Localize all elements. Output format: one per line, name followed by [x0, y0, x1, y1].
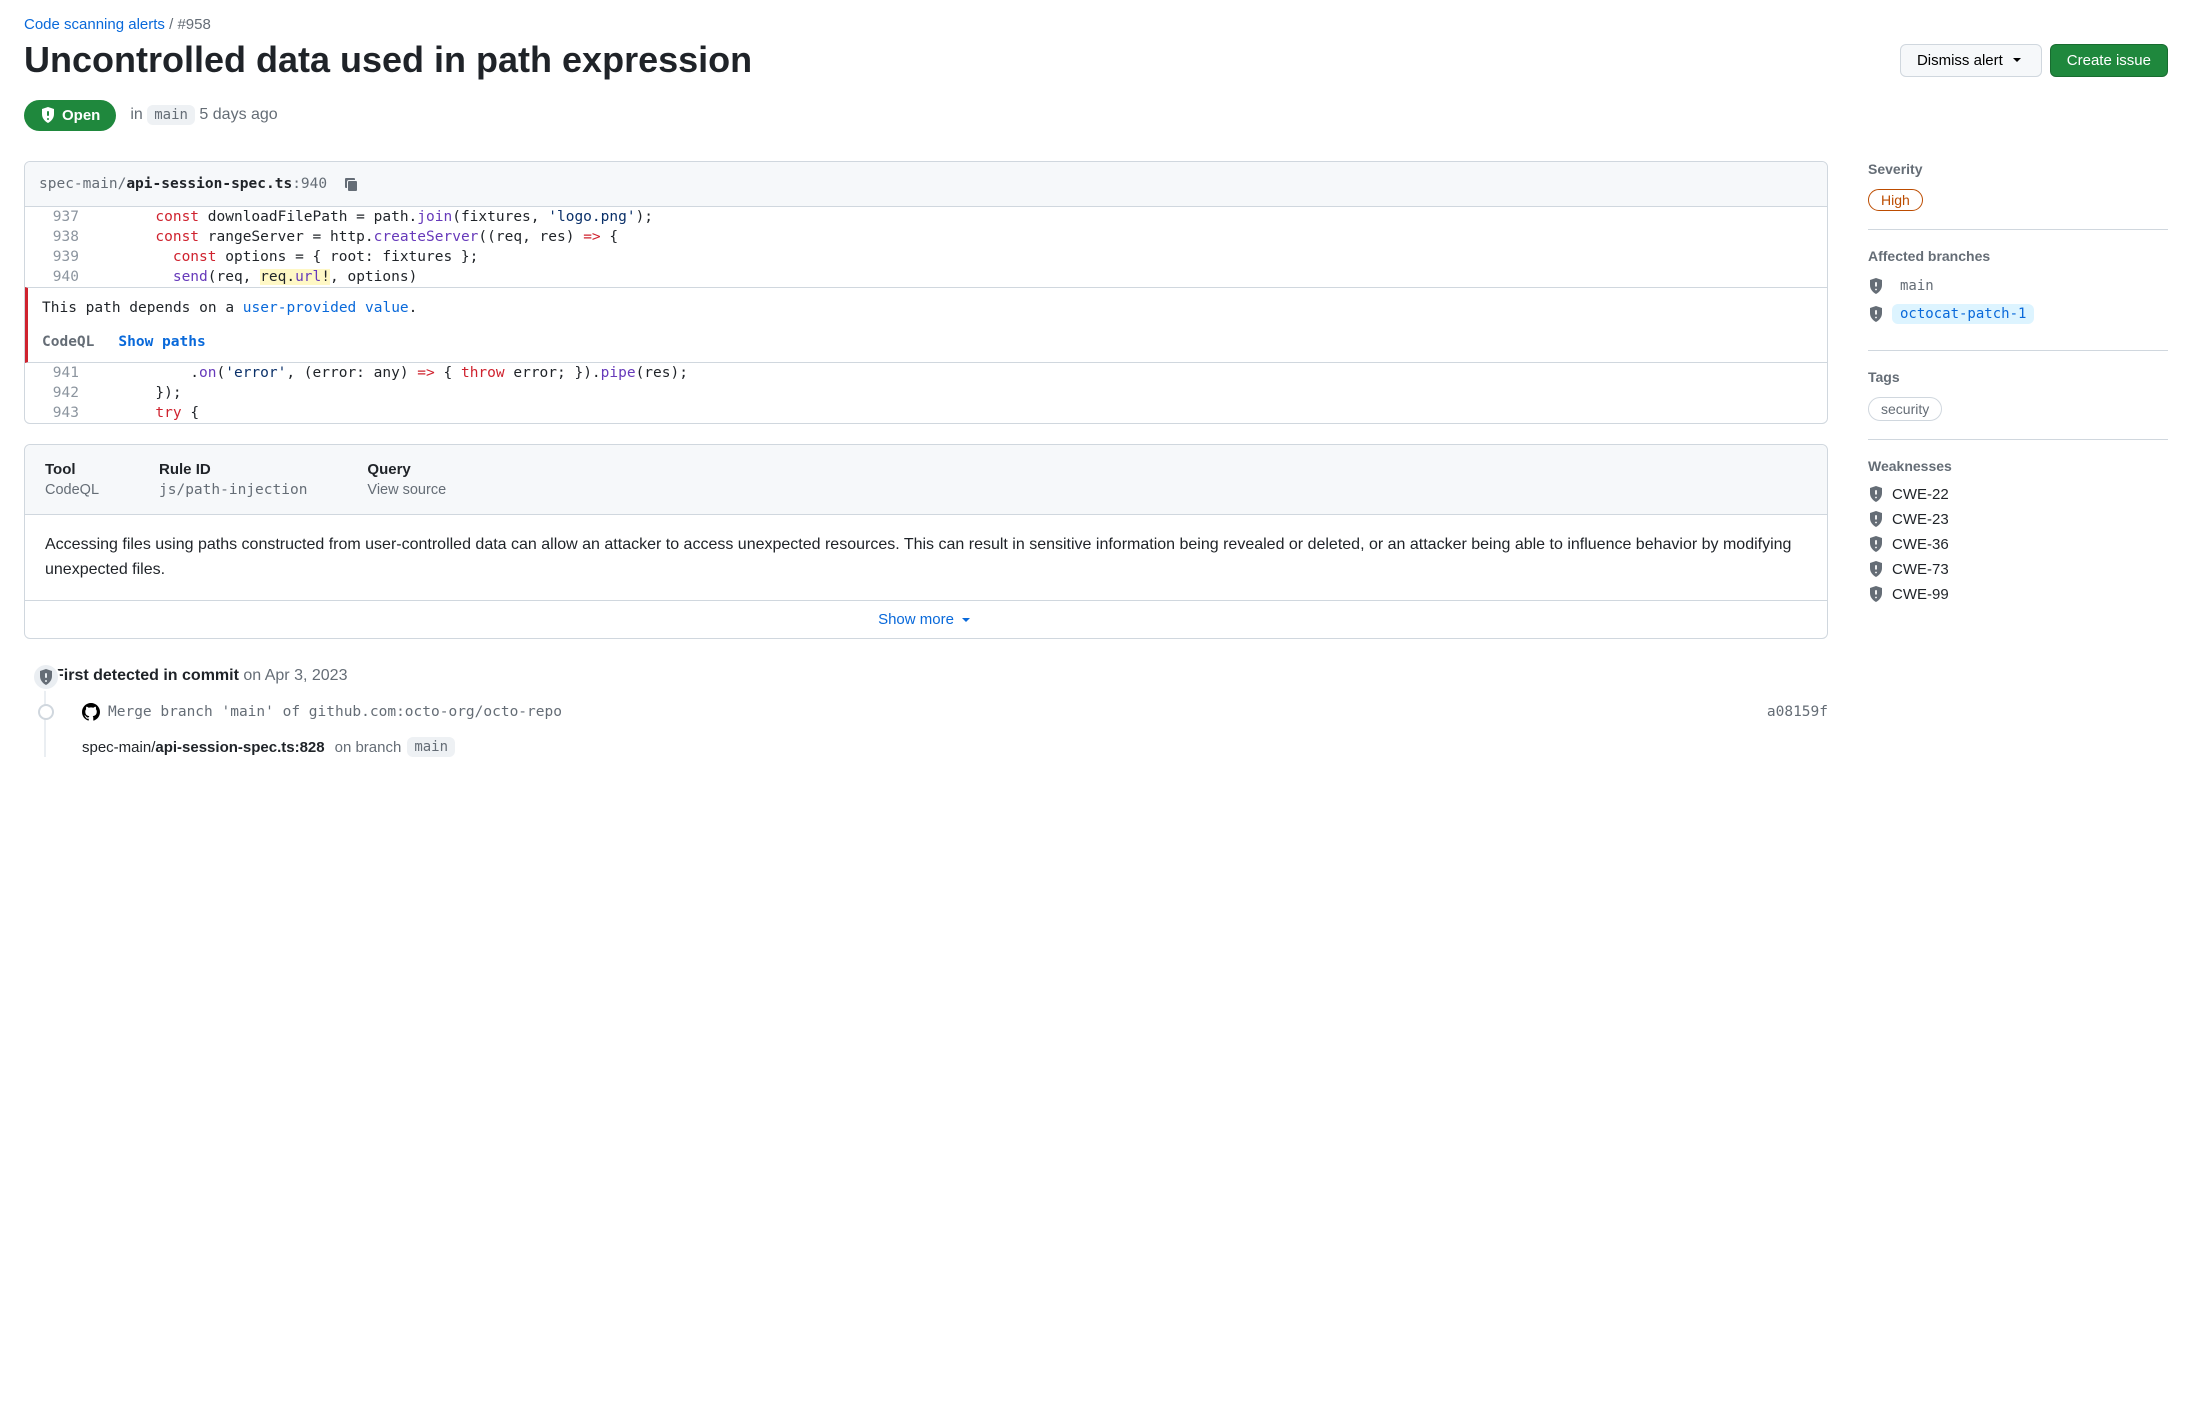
code-row: 939 const options = { root: fixtures };	[25, 247, 1827, 267]
weakness-link[interactable]: CWE-73	[1868, 561, 2168, 578]
codeql-label: CodeQL	[42, 334, 94, 350]
chevron-down-icon	[958, 612, 974, 628]
affected-branches-heading: Affected branches	[1868, 248, 2168, 264]
shield-alert-icon	[1868, 278, 1884, 294]
code-row: 938 const rangeServer = http.createServe…	[25, 227, 1827, 247]
shield-alert-icon	[1868, 586, 1884, 602]
shield-alert-icon	[1868, 536, 1884, 552]
rule-ruleid-col: Rule ID js/path-injection	[159, 461, 307, 498]
show-paths-link[interactable]: Show paths	[118, 334, 205, 350]
commit-sha[interactable]: a08159f	[1767, 704, 1828, 720]
breadcrumb-parent-link[interactable]: Code scanning alerts	[24, 16, 165, 33]
timeline-branch-chip[interactable]: main	[407, 737, 455, 757]
shield-alert-icon	[40, 107, 56, 123]
code-preview-box: spec-main/api-session-spec.ts:940 937 co…	[24, 161, 1828, 424]
code-table-top: 937 const downloadFilePath = path.join(f…	[25, 207, 1827, 287]
shield-alert-icon	[1868, 486, 1884, 502]
shield-alert-icon	[1868, 511, 1884, 527]
code-file-path[interactable]: spec-main/api-session-spec.ts:940	[39, 176, 327, 192]
copy-path-button[interactable]	[339, 172, 363, 196]
weakness-link[interactable]: CWE-36	[1868, 536, 2168, 553]
chevron-down-icon	[2009, 52, 2025, 68]
affected-branch-row[interactable]: main	[1868, 276, 2168, 296]
shield-alert-icon	[1868, 561, 1884, 577]
weakness-link[interactable]: CWE-23	[1868, 511, 2168, 528]
commit-message[interactable]: Merge branch 'main' of github.com:octo-o…	[108, 704, 562, 720]
commit-dot-icon	[38, 704, 54, 720]
timeline-file-path[interactable]: spec-main/api-session-spec.ts:828	[82, 739, 325, 756]
affected-branch-row[interactable]: octocat-patch-1	[1868, 304, 2168, 324]
code-row: 942 });	[25, 383, 1827, 403]
shield-alert-icon	[1868, 306, 1884, 322]
weakness-link[interactable]: CWE-99	[1868, 586, 2168, 603]
code-table-bottom: 941 .on('error', (error: any) => { throw…	[25, 363, 1827, 423]
copy-icon	[343, 176, 359, 192]
show-more-button[interactable]: Show more	[25, 600, 1827, 638]
breadcrumb-sep: /	[169, 16, 173, 33]
timeline-detected-label: First detected in commit	[54, 667, 239, 684]
rule-query-col: Query View source	[367, 461, 446, 498]
page-title: Uncontrolled data used in path expressio…	[24, 37, 752, 84]
rule-description: Accessing files using paths constructed …	[25, 515, 1827, 601]
code-row: 941 .on('error', (error: any) => { throw…	[25, 363, 1827, 383]
view-source-link[interactable]: View source	[367, 482, 446, 498]
severity-heading: Severity	[1868, 161, 2168, 177]
rule-tool-col: Tool CodeQL	[45, 461, 99, 498]
code-row: 937 const downloadFilePath = path.join(f…	[25, 207, 1827, 227]
shield-alert-icon	[32, 663, 60, 691]
state-badge: Open	[24, 100, 116, 131]
tags-heading: Tags	[1868, 369, 2168, 385]
dismiss-alert-button[interactable]: Dismiss alert	[1900, 44, 2042, 77]
tag-pill[interactable]: security	[1868, 397, 1942, 421]
code-row: 943 try {	[25, 403, 1827, 423]
status-in: in	[130, 106, 142, 123]
timeline-detected-date: on Apr 3, 2023	[243, 667, 347, 684]
alert-message-link[interactable]: user-provided value	[243, 300, 409, 316]
status-branch-chip[interactable]: main	[147, 105, 195, 125]
avatar-icon	[82, 703, 100, 721]
create-issue-button[interactable]: Create issue	[2050, 44, 2168, 77]
breadcrumb-id: #958	[177, 16, 210, 33]
weaknesses-heading: Weaknesses	[1868, 458, 2168, 474]
rule-box: Tool CodeQL Rule ID js/path-injection Qu…	[24, 444, 1828, 640]
severity-pill: High	[1868, 189, 1923, 211]
weakness-link[interactable]: CWE-22	[1868, 486, 2168, 503]
alert-message-panel: This path depends on a user-provided val…	[25, 287, 1827, 363]
code-row: 940 send(req, req.url!, options)	[25, 267, 1827, 287]
status-age: 5 days ago	[199, 106, 277, 123]
